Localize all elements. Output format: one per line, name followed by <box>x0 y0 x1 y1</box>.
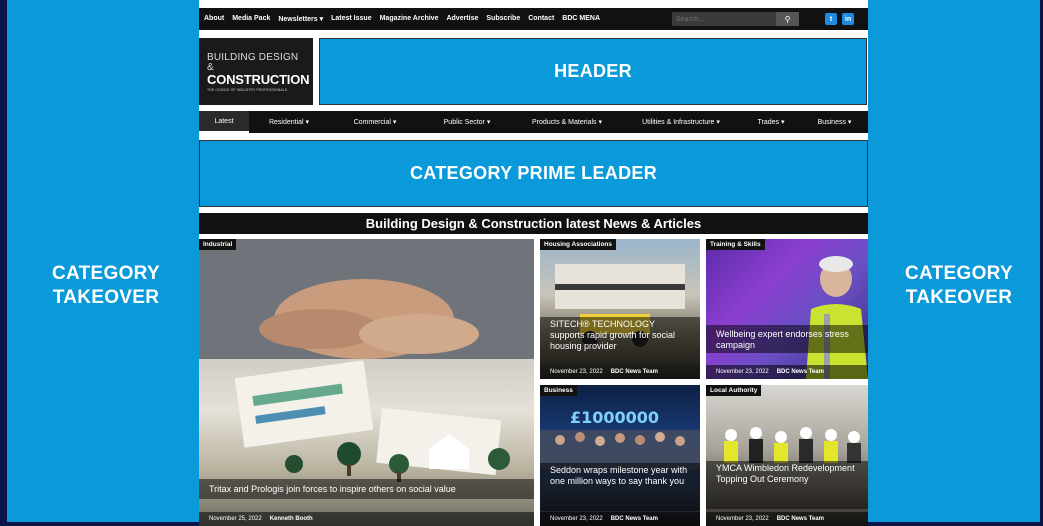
category-prime-leader-ad: CATEGORY PRIME LEADER <box>199 140 868 207</box>
catnav-commercial[interactable]: Commercial ▾ <box>329 111 421 133</box>
feature-article-date: November 25, 2022 <box>209 516 262 522</box>
logo-tagline: THE CHOICE OF INDUSTRY PROFESSIONALS <box>207 88 288 92</box>
feature-article-author[interactable]: Kenneth Booth <box>270 516 313 522</box>
catnav-products-materials[interactable]: Products & Materials ▾ <box>513 111 621 133</box>
article-date-wellbeing: November 23, 2022 <box>716 369 769 375</box>
article-author-sitech[interactable]: BDC News Team <box>611 369 658 375</box>
article-meta-sitech: November 23, 2022 BDC News Team <box>540 365 700 379</box>
article-author-wellbeing[interactable]: BDC News Team <box>777 369 824 375</box>
catnav-utilities-infrastructure[interactable]: Utilities & Infrastructure ▾ <box>621 111 741 133</box>
search-button[interactable]: ⚲ <box>776 12 799 26</box>
article-meta-wellbeing: November 23, 2022 BDC News Team <box>706 365 868 379</box>
top-nav: About Media Pack Newsletters ▾ Latest Is… <box>204 15 608 23</box>
article-card-seddon[interactable]: £1000000 Business Seddon wraps milestone… <box>540 385 700 526</box>
site-logo[interactable]: BUILDING DESIGN & CONSTRUCTION THE CHOIC… <box>199 38 313 105</box>
search-input[interactable] <box>672 15 776 23</box>
news-heading: Building Design & Construction latest Ne… <box>199 213 868 234</box>
article-card-sitech[interactable]: Housing Associations SITECH® TECHNOLOGY … <box>540 239 700 379</box>
article-date-sitech: November 23, 2022 <box>550 369 603 375</box>
feature-article-meta: November 25, 2022 Kenneth Booth <box>199 512 534 526</box>
logo-line2: CONSTRUCTION <box>207 72 310 87</box>
category-nav: Latest Residential ▾ Commercial ▾ Public… <box>199 111 868 133</box>
article-tag-sitech[interactable]: Housing Associations <box>540 239 617 250</box>
linkedin-icon[interactable]: in <box>842 13 854 25</box>
article-card-wellbeing[interactable]: Training & Skills Wellbeing expert endor… <box>706 239 868 379</box>
article-image-wellbeing <box>806 256 868 379</box>
article-date-ymca: November 23, 2022 <box>716 516 769 522</box>
topnav-contact[interactable]: Contact <box>528 15 554 23</box>
topnav-bdc-mena[interactable]: BDC MENA <box>562 15 600 23</box>
feature-article-title[interactable]: Tritax and Prologis join forces to inspi… <box>199 484 466 495</box>
topnav-advertise[interactable]: Advertise <box>446 15 478 23</box>
takeover-left-line1: CATEGORY <box>52 263 160 284</box>
search-icon: ⚲ <box>784 14 791 24</box>
takeover-right-line2: TAKEOVER <box>905 287 1013 308</box>
article-author-ymca[interactable]: BDC News Team <box>777 516 824 522</box>
catnav-trades[interactable]: Trades ▾ <box>741 111 801 133</box>
article-title-ymca[interactable]: YMCA Wimbledon Redevelopment Topping Out… <box>706 463 868 485</box>
article-tag-ymca[interactable]: Local Authority <box>706 385 762 396</box>
feature-article-tag[interactable]: Industrial <box>199 239 237 250</box>
article-title-seddon[interactable]: Seddon wraps milestone year with one mil… <box>540 465 700 487</box>
takeover-right-line1: CATEGORY <box>905 263 1013 284</box>
article-tag-seddon[interactable]: Business <box>540 385 577 396</box>
topnav-latest-issue[interactable]: Latest Issue <box>331 15 371 23</box>
topnav-subscribe[interactable]: Subscribe <box>486 15 520 23</box>
svg-text:£1000000: £1000000 <box>570 408 659 427</box>
catnav-latest[interactable]: Latest <box>199 111 249 133</box>
search-box: ⚲ <box>672 12 799 26</box>
article-date-seddon: November 23, 2022 <box>550 516 603 522</box>
logo-line1: BUILDING DESIGN & <box>207 52 299 73</box>
twitter-icon[interactable]: t <box>825 13 837 25</box>
category-takeover-left: CATEGORY TAKEOVER <box>26 262 186 310</box>
topnav-magazine-archive[interactable]: Magazine Archive <box>380 15 439 23</box>
header-ad-slot: HEADER <box>319 38 867 105</box>
topnav-about[interactable]: About <box>204 15 224 23</box>
catnav-residential[interactable]: Residential ▾ <box>249 111 329 133</box>
article-card-ymca[interactable]: Local Authority YMCA Wimbledon Redevelop… <box>706 385 868 526</box>
article-author-seddon[interactable]: BDC News Team <box>611 516 658 522</box>
article-tag-wellbeing[interactable]: Training & Skills <box>706 239 765 250</box>
catnav-public-sector[interactable]: Public Sector ▾ <box>421 111 513 133</box>
catnav-business[interactable]: Business ▾ <box>801 111 868 133</box>
topnav-media-pack[interactable]: Media Pack <box>232 15 270 23</box>
topnav-newsletters[interactable]: Newsletters ▾ <box>278 15 323 23</box>
article-title-sitech[interactable]: SITECH® TECHNOLOGY supports rapid growth… <box>540 319 700 352</box>
takeover-left-line2: TAKEOVER <box>52 287 160 308</box>
site-page: About Media Pack Newsletters ▾ Latest Is… <box>199 0 868 526</box>
article-title-wellbeing[interactable]: Wellbeing expert endorses stress campaig… <box>706 329 868 351</box>
article-meta-seddon: November 23, 2022 BDC News Team <box>540 512 700 526</box>
article-meta-ymca: November 23, 2022 BDC News Team <box>706 512 868 526</box>
top-bar: About Media Pack Newsletters ▾ Latest Is… <box>199 8 868 30</box>
category-takeover-right: CATEGORY TAKEOVER <box>879 262 1039 310</box>
feature-article-card[interactable]: Industrial Tritax and Prologis join forc… <box>199 239 534 526</box>
